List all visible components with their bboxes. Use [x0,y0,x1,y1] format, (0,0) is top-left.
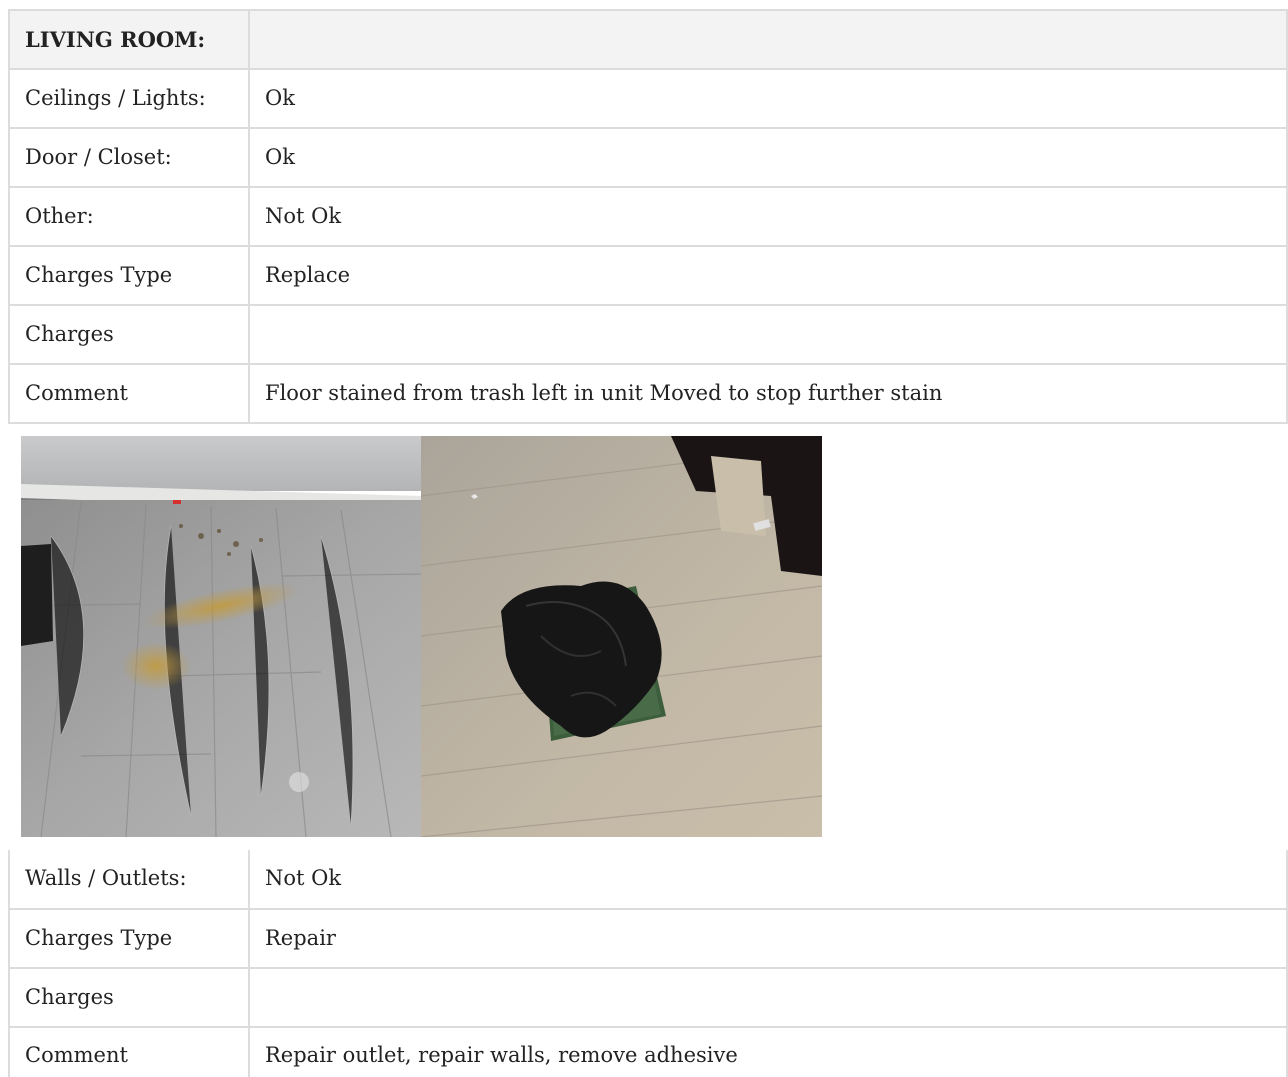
table-row: Comment Repair outlet, repair walls, rem… [8,1026,1288,1077]
section-title: LIVING ROOM: [8,9,250,70]
table-row: Charges Type Replace [8,245,1288,306]
row-label: Charges Type [8,245,250,306]
table-row: Charges Type Repair [8,908,1288,969]
table-row: Charges [8,967,1288,1028]
photo-trash-bag[interactable] [421,436,822,837]
row-value: Repair [248,908,1288,969]
row-label: Charges Type [8,908,250,969]
table-row: Door / Closet: Ok [8,127,1288,188]
trash-bag-image [421,436,822,837]
row-value [248,304,1288,365]
row-label: Comment [8,363,250,424]
table-row: Ceilings / Lights: Ok [8,68,1288,129]
row-label: Other: [8,186,250,247]
table-row: Walls / Outlets: Not Ok [8,850,1288,910]
row-value [248,967,1288,1028]
row-label: Door / Closet: [8,127,250,188]
stained-floor-image [21,436,421,837]
table-row: Charges [8,304,1288,365]
living-room-table-top: LIVING ROOM: Ceilings / Lights: Ok Door … [8,9,1288,424]
table-row: Other: Not Ok [8,186,1288,247]
photo-strip [21,436,822,837]
table-row-header: LIVING ROOM: [8,9,1288,70]
photo-stained-floor[interactable] [21,436,421,837]
row-value: Not Ok [248,850,1288,910]
table-row: Comment Floor stained from trash left in… [8,363,1288,424]
row-label: Charges [8,967,250,1028]
row-label: Charges [8,304,250,365]
section-title-blank [248,9,1288,70]
living-room-table-bottom: Walls / Outlets: Not Ok Charges Type Rep… [8,850,1288,1077]
row-value: Repair outlet, repair walls, remove adhe… [248,1026,1288,1077]
row-label: Comment [8,1026,250,1077]
row-value: Not Ok [248,186,1288,247]
row-value: Ok [248,127,1288,188]
row-value: Ok [248,68,1288,129]
row-label: Ceilings / Lights: [8,68,250,129]
row-label: Walls / Outlets: [8,850,250,910]
row-value: Floor stained from trash left in unit Mo… [248,363,1288,424]
row-value: Replace [248,245,1288,306]
